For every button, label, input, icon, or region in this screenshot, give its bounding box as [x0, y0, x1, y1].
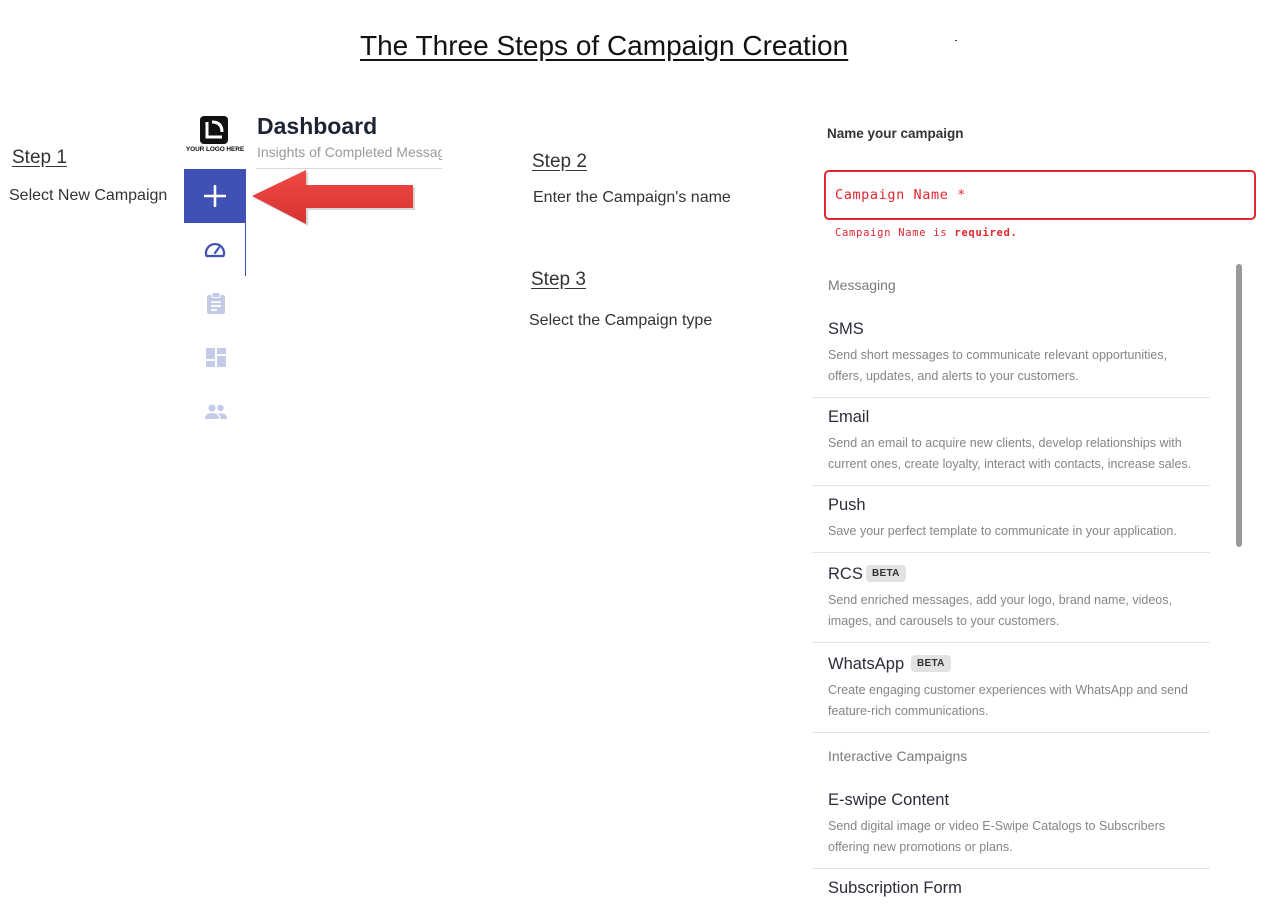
campaign-type-email[interactable]: Email Send an email to acquire new clien…	[812, 398, 1210, 486]
sidebar-active-indicator	[245, 223, 246, 276]
campaign-type-description: Send enriched messages, add your logo, b…	[828, 593, 1172, 607]
plus-icon	[204, 185, 226, 207]
campaign-type-subscription-form[interactable]: Subscription Form	[812, 869, 1210, 911]
campaign-type-description: Send short messages to communicate relev…	[828, 348, 1168, 362]
stray-dot	[955, 40, 957, 41]
sidebar-item-dashboard[interactable]	[203, 239, 227, 263]
sidebar-item-reports[interactable]	[204, 291, 228, 315]
group-header-messaging: Messaging	[828, 277, 896, 293]
people-icon	[205, 404, 227, 419]
campaign-type-description: offering new promotions or plans.	[828, 840, 1013, 854]
step-1-heading: Step 1	[12, 147, 67, 168]
campaign-type-sms[interactable]: SMS Send short messages to communicate r…	[812, 310, 1210, 398]
logo-text: YOUR LOGO HERE	[185, 146, 245, 153]
step-3-heading: Step 3	[531, 269, 586, 290]
campaign-type-description: Create engaging customer experiences wit…	[828, 683, 1188, 697]
campaign-type-eswipe[interactable]: E-swipe Content Send digital image or vi…	[812, 781, 1210, 869]
new-campaign-button[interactable]	[184, 169, 246, 223]
campaign-type-description: feature-rich communications.	[828, 704, 989, 718]
campaign-name-input[interactable]: Campaign Name *	[824, 170, 1256, 220]
step-1-text: Select New Campaign	[9, 187, 168, 204]
campaign-type-push[interactable]: Push Save your perfect template to commu…	[812, 486, 1210, 553]
campaign-type-name: SMS	[828, 320, 864, 338]
campaign-type-description: Send an email to acquire new clients, de…	[828, 436, 1182, 450]
campaign-type-name: Email	[828, 408, 870, 426]
campaign-type-name: E-swipe Content	[828, 791, 950, 809]
campaign-type-name: RCS	[828, 565, 863, 583]
campaign-type-description: Send digital image or video E-Swipe Cata…	[828, 819, 1165, 833]
logo-mark-icon	[200, 116, 228, 144]
arrow-annotation-icon	[252, 170, 415, 226]
campaign-type-rcs[interactable]: RCS BETA Send enriched messages, add you…	[812, 553, 1210, 643]
campaign-type-description: images, and carousels to your customers.	[828, 614, 1060, 628]
campaign-name-label: Name your campaign	[827, 126, 964, 141]
dashboard-icon	[206, 348, 226, 367]
company-logo[interactable]: YOUR LOGO HERE	[184, 116, 246, 158]
speedometer-icon	[204, 242, 226, 258]
step-3-text: Select the Campaign type	[529, 312, 713, 329]
campaign-type-name: Subscription Form	[828, 879, 962, 897]
campaign-type-whatsapp[interactable]: WhatsApp BETA Create engaging customer e…	[812, 643, 1210, 733]
step-2-text: Enter the Campaign's name	[533, 189, 731, 206]
campaign-name-placeholder: Campaign Name *	[835, 187, 966, 203]
campaign-type-name: Push	[828, 496, 866, 514]
campaign-type-description: Save your perfect template to communicat…	[828, 524, 1177, 538]
sidebar-item-templates[interactable]	[204, 346, 228, 370]
dashboard-title: Dashboard	[257, 113, 378, 139]
beta-badge: BETA	[866, 565, 906, 582]
dashboard-subtitle: Insights of Completed Messages	[257, 144, 442, 160]
campaign-list-scrollbar[interactable]	[1236, 264, 1242, 547]
step-2-heading: Step 2	[532, 151, 587, 172]
campaign-name-error: Campaign Name is required.	[835, 227, 1018, 239]
sidebar-item-contacts[interactable]	[204, 400, 228, 424]
group-header-interactive: Interactive Campaigns	[828, 748, 968, 764]
beta-badge: BETA	[911, 655, 951, 672]
campaign-type-description: offers, updates, and alerts to your cust…	[828, 369, 1079, 383]
campaign-type-name: WhatsApp	[828, 655, 905, 673]
campaign-type-description: current ones, create loyalty, interact w…	[828, 457, 1192, 471]
clipboard-icon	[207, 292, 225, 314]
page-title: The Three Steps of Campaign Creation	[360, 30, 849, 61]
